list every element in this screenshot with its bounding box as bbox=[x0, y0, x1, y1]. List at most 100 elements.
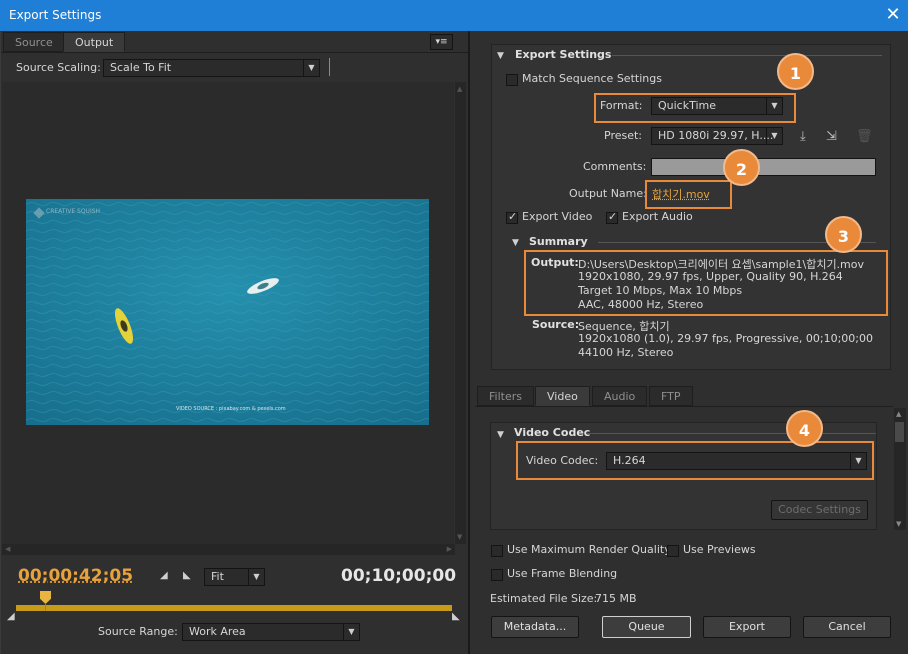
scroll-thumb[interactable] bbox=[895, 422, 904, 442]
settings-scrollbar[interactable]: ▲ ▼ bbox=[894, 408, 906, 530]
use-previews-label: Use Previews bbox=[683, 543, 756, 556]
summary-title: Summary bbox=[529, 235, 588, 248]
output-label: Output: bbox=[531, 256, 579, 269]
vertical-scrollbar[interactable]: ▲ ▼ bbox=[455, 82, 466, 544]
close-icon[interactable]: ✕ bbox=[883, 4, 903, 26]
preset-dropdown[interactable]: HD 1080i 29.97, H.... ▼ bbox=[651, 127, 783, 145]
scroll-right-icon[interactable]: ▶ bbox=[447, 545, 452, 553]
timeline-bar[interactable] bbox=[16, 605, 452, 611]
tab-output[interactable]: Output bbox=[63, 32, 126, 52]
tab-underline bbox=[475, 406, 893, 407]
match-sequence-checkbox[interactable] bbox=[506, 74, 518, 86]
source-scaling-label: Source Scaling: bbox=[16, 61, 101, 74]
scroll-down-icon[interactable]: ▼ bbox=[457, 533, 462, 541]
end-timecode: 00;10;00;00 bbox=[341, 566, 457, 586]
format-value: QuickTime bbox=[658, 99, 717, 112]
video-codec-value: H.264 bbox=[613, 454, 646, 467]
collapse-summary-icon[interactable]: ▼ bbox=[512, 238, 519, 248]
video-codec-title: Video Codec bbox=[514, 426, 591, 439]
cancel-button[interactable]: Cancel bbox=[803, 616, 891, 638]
source-scaling-value: Scale To Fit bbox=[110, 61, 172, 74]
source-range-value: Work Area bbox=[189, 625, 246, 638]
source-range-label: Source Range: bbox=[98, 625, 178, 638]
output-line-3: Target 10 Mbps, Max 10 Mbps bbox=[578, 284, 743, 297]
panel-menu-icon[interactable]: ▾≡ bbox=[430, 34, 453, 50]
separator bbox=[329, 58, 330, 76]
in-point-marker-icon[interactable]: ◢ bbox=[7, 611, 15, 622]
format-label: Format: bbox=[600, 99, 643, 112]
chevron-down-icon: ▼ bbox=[248, 569, 264, 585]
format-dropdown[interactable]: QuickTime ▼ bbox=[651, 97, 783, 115]
step-badge-2: 2 bbox=[723, 149, 760, 186]
ocean-image bbox=[26, 199, 429, 425]
source-line-3: 44100 Hz, Stereo bbox=[578, 346, 674, 359]
export-settings-title: Export Settings bbox=[515, 48, 612, 61]
playhead-line bbox=[45, 603, 46, 611]
zoom-value: Fit bbox=[211, 570, 224, 583]
export-audio-label: Export Audio bbox=[622, 210, 693, 223]
video-codec-label: Video Codec: bbox=[526, 454, 599, 467]
zoom-dropdown[interactable]: Fit ▼ bbox=[204, 568, 265, 586]
scroll-up-icon[interactable]: ▲ bbox=[457, 85, 462, 93]
horizontal-scrollbar[interactable]: ◀ ▶ bbox=[2, 544, 455, 555]
step-badge-1: 1 bbox=[777, 53, 814, 90]
tab-ftp[interactable]: FTP bbox=[649, 386, 693, 406]
title-bar bbox=[0, 0, 908, 31]
chevron-down-icon: ▼ bbox=[850, 453, 866, 469]
window-title: Export Settings bbox=[9, 8, 102, 22]
video-codec-dropdown[interactable]: H.264 ▼ bbox=[606, 452, 867, 470]
scroll-left-icon[interactable]: ◀ bbox=[5, 545, 10, 553]
tab-video[interactable]: Video bbox=[535, 386, 590, 406]
out-point-marker-icon[interactable]: ◣ bbox=[452, 611, 460, 622]
frame-blending-checkbox[interactable] bbox=[491, 569, 503, 581]
comments-input[interactable] bbox=[651, 158, 876, 176]
codec-settings-button[interactable]: Codec Settings bbox=[771, 500, 868, 520]
tab-source[interactable]: Source bbox=[3, 32, 65, 52]
export-audio-checkbox[interactable] bbox=[606, 210, 618, 224]
scroll-down-icon[interactable]: ▼ bbox=[896, 520, 901, 528]
step-badge-3: 3 bbox=[825, 216, 862, 253]
export-video-checkbox[interactable] bbox=[506, 210, 518, 224]
tab-audio[interactable]: Audio bbox=[592, 386, 648, 406]
chevron-down-icon: ▼ bbox=[303, 60, 319, 76]
preset-value: HD 1080i 29.97, H.... bbox=[658, 129, 774, 142]
file-size-label: Estimated File Size: bbox=[490, 592, 598, 605]
chevron-down-icon: ▼ bbox=[766, 128, 782, 144]
current-timecode[interactable]: 00;00;42;05 bbox=[18, 566, 133, 586]
queue-button[interactable]: Queue bbox=[602, 616, 691, 638]
save-preset-icon[interactable]: ⤓ bbox=[800, 129, 806, 144]
video-watermark: CREATIVE SQUISH bbox=[46, 208, 101, 215]
scroll-up-icon[interactable]: ▲ bbox=[896, 410, 901, 418]
comments-label: Comments: bbox=[583, 160, 647, 173]
chevron-down-icon: ▼ bbox=[343, 624, 359, 640]
video-frame: CREATIVE SQUISH VIDEO SOURCE : pixabay.c… bbox=[26, 199, 429, 425]
source-line-2: 1920x1080 (1.0), 29.97 fps, Progressive,… bbox=[578, 332, 874, 345]
chevron-down-icon: ▼ bbox=[766, 98, 782, 114]
source-label: Source: bbox=[532, 318, 580, 331]
export-video-label: Export Video bbox=[522, 210, 593, 223]
output-line-2: 1920x1080, 29.97 fps, Upper, Quality 90,… bbox=[578, 270, 843, 283]
match-sequence-label: Match Sequence Settings bbox=[522, 72, 662, 85]
delete-preset-icon[interactable]: 🗑 bbox=[856, 129, 873, 144]
preset-label: Preset: bbox=[604, 129, 643, 142]
export-button[interactable]: Export bbox=[703, 616, 791, 638]
video-source-text: VIDEO SOURCE : pixabay.com & pexels.com bbox=[176, 406, 286, 412]
source-range-dropdown[interactable]: Work Area ▼ bbox=[182, 623, 360, 641]
set-out-point-icon[interactable]: ◣ bbox=[183, 570, 191, 581]
import-preset-icon[interactable]: ⇲ bbox=[826, 129, 837, 144]
output-name-link[interactable]: 합치기.mov bbox=[652, 186, 710, 202]
output-line-4: AAC, 48000 Hz, Stereo bbox=[578, 298, 704, 311]
use-previews-checkbox[interactable] bbox=[667, 545, 679, 557]
set-in-point-icon[interactable]: ◢ bbox=[160, 570, 168, 581]
max-render-quality-checkbox[interactable] bbox=[491, 545, 503, 557]
tab-underline bbox=[1, 52, 468, 53]
collapse-export-settings-icon[interactable]: ▼ bbox=[497, 51, 504, 61]
max-render-quality-label: Use Maximum Render Quality bbox=[507, 543, 671, 556]
metadata-button[interactable]: Metadata... bbox=[491, 616, 579, 638]
collapse-video-codec-icon[interactable]: ▼ bbox=[497, 430, 504, 440]
source-scaling-dropdown[interactable]: Scale To Fit ▼ bbox=[103, 59, 320, 77]
divider bbox=[586, 433, 876, 434]
tab-filters[interactable]: Filters bbox=[477, 386, 534, 406]
step-badge-4: 4 bbox=[786, 410, 823, 447]
divider bbox=[612, 55, 882, 56]
